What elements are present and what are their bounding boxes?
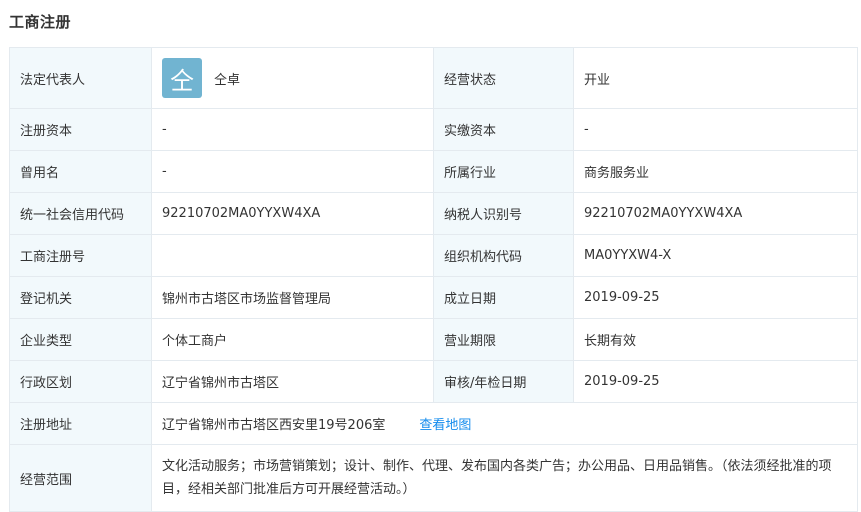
former-name-label: 曾用名	[9, 150, 152, 193]
address-cell: 辽宁省锦州市古塔区西安里19号206室 查看地图	[151, 402, 858, 445]
founded-value: 2019-09-25	[573, 276, 858, 319]
industry-label: 所属行业	[433, 150, 574, 193]
table-row: 企业类型 个体工商户 营业期限 长期有效	[9, 318, 858, 361]
paid-capital-label: 实缴资本	[433, 108, 574, 151]
view-map-link[interactable]: 查看地图	[419, 418, 471, 433]
company-type-label: 企业类型	[9, 318, 152, 361]
address-label: 注册地址	[9, 402, 152, 445]
address-value: 辽宁省锦州市古塔区西安里19号206室	[162, 418, 386, 433]
founded-label: 成立日期	[433, 276, 574, 319]
legal-rep-cell: 仝 仝卓	[151, 47, 434, 109]
authority-value: 锦州市古塔区市场监督管理局	[151, 276, 434, 319]
reg-no-value	[151, 234, 434, 277]
paid-capital-value: -	[573, 108, 858, 151]
table-row: 统一社会信用代码 92210702MA0YYXW4XA 纳税人识别号 92210…	[9, 192, 858, 235]
scope-label: 经营范围	[9, 444, 152, 512]
region-value: 辽宁省锦州市古塔区	[151, 360, 434, 403]
credit-code-value: 92210702MA0YYXW4XA	[151, 192, 434, 235]
org-code-label: 组织机构代码	[433, 234, 574, 277]
business-registration-table: 法定代表人 仝 仝卓 经营状态 开业 注册资本 - 实缴资本 - 曾用名 - 所…	[9, 47, 858, 512]
region-label: 行政区划	[9, 360, 152, 403]
table-row: 法定代表人 仝 仝卓 经营状态 开业	[9, 47, 858, 109]
table-row: 曾用名 - 所属行业 商务服务业	[9, 150, 858, 193]
section-title: 工商注册	[9, 13, 72, 31]
status-value: 开业	[573, 47, 858, 109]
avatar[interactable]: 仝	[162, 58, 202, 98]
table-row: 登记机关 锦州市古塔区市场监督管理局 成立日期 2019-09-25	[9, 276, 858, 319]
status-label: 经营状态	[433, 47, 574, 109]
table-row: 行政区划 辽宁省锦州市古塔区 审核/年检日期 2019-09-25	[9, 360, 858, 403]
table-row: 注册地址 辽宁省锦州市古塔区西安里19号206室 查看地图	[9, 402, 858, 445]
company-type-value: 个体工商户	[151, 318, 434, 361]
former-name-value: -	[151, 150, 434, 193]
org-code-value: MA0YYXW4-X	[573, 234, 858, 277]
approval-date-label: 审核/年检日期	[433, 360, 574, 403]
term-label: 营业期限	[433, 318, 574, 361]
taxpayer-id-value: 92210702MA0YYXW4XA	[573, 192, 858, 235]
table-row: 工商注册号 组织机构代码 MA0YYXW4-X	[9, 234, 858, 277]
reg-no-label: 工商注册号	[9, 234, 152, 277]
reg-capital-value: -	[151, 108, 434, 151]
authority-label: 登记机关	[9, 276, 152, 319]
table-row: 注册资本 - 实缴资本 -	[9, 108, 858, 151]
term-value: 长期有效	[573, 318, 858, 361]
scope-value: 文化活动服务；市场营销策划；设计、制作、代理、发布国内各类广告；办公用品、日用品…	[151, 444, 858, 512]
legal-rep-name[interactable]: 仝卓	[214, 69, 240, 88]
taxpayer-id-label: 纳税人识别号	[433, 192, 574, 235]
approval-date-value: 2019-09-25	[573, 360, 858, 403]
industry-value: 商务服务业	[573, 150, 858, 193]
credit-code-label: 统一社会信用代码	[9, 192, 152, 235]
reg-capital-label: 注册资本	[9, 108, 152, 151]
legal-rep-label: 法定代表人	[9, 47, 152, 109]
table-row: 经营范围 文化活动服务；市场营销策划；设计、制作、代理、发布国内各类广告；办公用…	[9, 444, 858, 512]
